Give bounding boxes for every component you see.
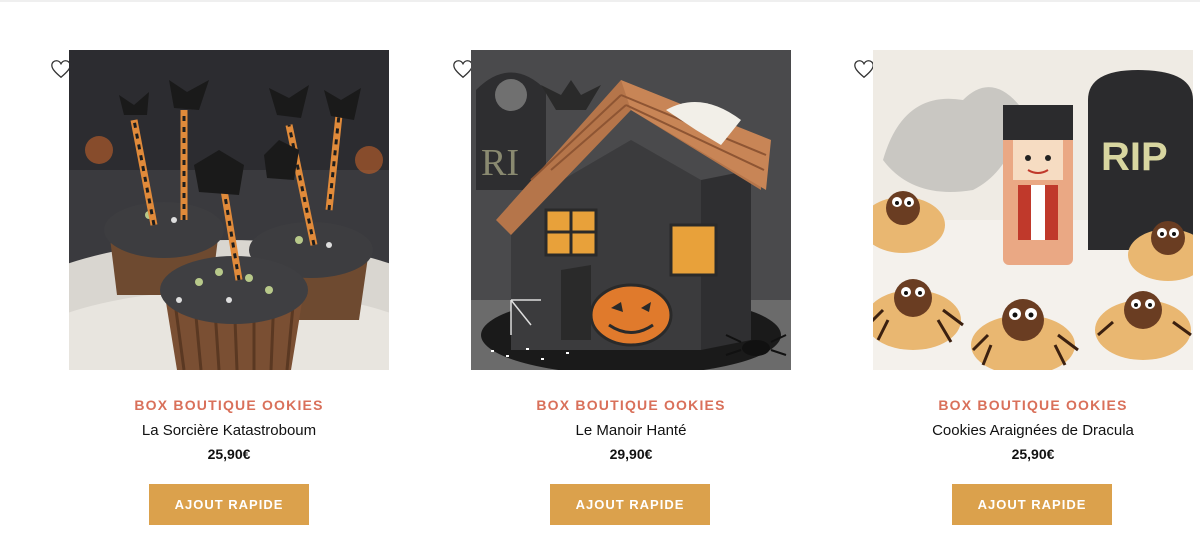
svg-text:RI: RI bbox=[481, 142, 519, 184]
product-name[interactable]: La Sorcière Katastroboum bbox=[69, 422, 389, 439]
product-card: RIP BOX BOUTIQUE OOKIES Cookies Araignée… bbox=[853, 0, 1193, 536]
product-brand: BOX BOUTIQUE OOKIES bbox=[134, 397, 324, 413]
product-brand: BOX BOUTIQUE OOKIES bbox=[536, 397, 726, 413]
product-image[interactable]: RIP bbox=[873, 50, 1193, 370]
quick-add-button[interactable]: AJOUT RAPIDE bbox=[149, 484, 309, 525]
product-price: 29,90€ bbox=[609, 446, 653, 462]
product-price: 25,90€ bbox=[1011, 446, 1055, 462]
product-name[interactable]: Le Manoir Hanté bbox=[471, 422, 791, 439]
product-card: BOX BOUTIQUE OOKIES La Sorcière Katastro… bbox=[50, 0, 389, 536]
product-image[interactable]: RI bbox=[471, 50, 791, 370]
product-price: 25,90€ bbox=[207, 446, 251, 462]
heart-icon[interactable] bbox=[853, 58, 875, 80]
product-card: RI BOX BOUTIQUE OOKIES Le Manoir Hanté 2… bbox=[452, 0, 791, 536]
product-image[interactable] bbox=[69, 50, 389, 370]
svg-text:RIP: RIP bbox=[1101, 135, 1168, 179]
product-brand: BOX BOUTIQUE OOKIES bbox=[938, 397, 1128, 413]
product-name[interactable]: Cookies Araignées de Dracula bbox=[873, 422, 1193, 439]
quick-add-button[interactable]: AJOUT RAPIDE bbox=[952, 484, 1112, 525]
quick-add-button[interactable]: AJOUT RAPIDE bbox=[550, 484, 710, 525]
